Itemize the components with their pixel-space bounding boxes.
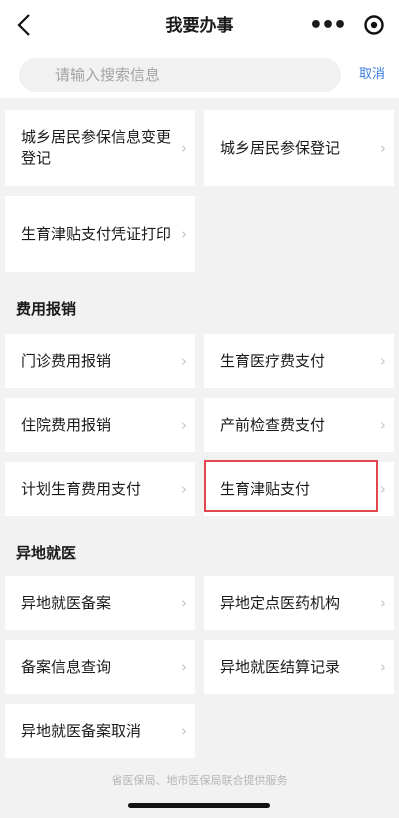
- service-item-label: 异地就医备案: [21, 593, 112, 612]
- service-item-label: 城乡居民参保登记: [220, 138, 341, 157]
- service-item-label: 备案信息查询: [21, 657, 112, 676]
- service-item-label: 生育医疗费支付: [220, 351, 326, 370]
- search-bar: 取消: [0, 52, 399, 98]
- service-item-label: 门诊费用报销: [21, 351, 112, 370]
- service-item[interactable]: 产前检查费支付 ›: [204, 398, 394, 452]
- service-item[interactable]: 住院费用报销 ›: [5, 398, 195, 452]
- chevron-right-icon: ›: [181, 658, 187, 676]
- more-options-icon[interactable]: •••: [309, 10, 347, 40]
- section-title: 费用报销: [16, 300, 77, 318]
- service-item[interactable]: 计划生育费用支付 ›: [5, 462, 195, 516]
- service-item[interactable]: 备案信息查询 ›: [5, 640, 195, 694]
- chevron-right-icon: ›: [181, 416, 187, 434]
- service-item-label: 计划生育费用支付: [21, 479, 142, 498]
- chevron-right-icon: ›: [181, 722, 187, 740]
- chevron-right-icon: ›: [181, 225, 187, 243]
- service-item-label: 产前检查费支付: [220, 415, 326, 434]
- search-field: [19, 58, 341, 92]
- home-indicator[interactable]: [128, 803, 270, 808]
- service-item-label: 住院费用报销: [21, 415, 112, 434]
- chevron-right-icon: ›: [181, 352, 187, 370]
- chevron-right-icon: ›: [181, 480, 187, 498]
- service-item-label: 生育津贴支付: [220, 479, 311, 498]
- mini-program-capsule: •••: [309, 10, 389, 40]
- service-item[interactable]: 生育医疗费支付 ›: [204, 334, 394, 388]
- service-item-highlighted[interactable]: 生育津贴支付 ›: [204, 462, 394, 516]
- service-item[interactable]: 异地就医结算记录 ›: [204, 640, 394, 694]
- chevron-right-icon: ›: [380, 594, 386, 612]
- chevron-right-icon: ›: [380, 416, 386, 434]
- service-item[interactable]: 生育津贴支付凭证打印 ›: [5, 196, 195, 272]
- service-item[interactable]: 城乡居民参保信息变更登记 ›: [5, 110, 195, 186]
- service-item[interactable]: 门诊费用报销 ›: [5, 334, 195, 388]
- chevron-right-icon: ›: [380, 658, 386, 676]
- service-item-label: 城乡居民参保信息变更登记: [21, 128, 172, 167]
- chevron-right-icon: ›: [181, 139, 187, 157]
- footer-text: 省医保局、地市医保局联合提供服务: [111, 774, 288, 787]
- service-item[interactable]: 异地就医备案取消 ›: [5, 704, 195, 758]
- cancel-button[interactable]: 取消: [359, 58, 385, 92]
- navigation-bar: 我要办事 •••: [0, 0, 399, 52]
- section-title: 异地就医: [16, 544, 77, 562]
- service-item-label: 异地就医备案取消: [21, 721, 142, 740]
- search-input[interactable]: [53, 65, 327, 85]
- service-item-label: 生育津贴支付凭证打印: [21, 224, 172, 243]
- chevron-right-icon: ›: [380, 352, 386, 370]
- chevron-right-icon: ›: [380, 139, 386, 157]
- service-item[interactable]: 异地就医备案 ›: [5, 576, 195, 630]
- close-miniprogram-icon[interactable]: [359, 10, 389, 40]
- service-item-label: 异地就医结算记录: [220, 657, 341, 676]
- service-item[interactable]: 异地定点医药机构 ›: [204, 576, 394, 630]
- service-item[interactable]: 城乡居民参保登记 ›: [204, 110, 394, 186]
- chevron-right-icon: ›: [181, 594, 187, 612]
- service-item-label: 异地定点医药机构: [220, 593, 341, 612]
- chevron-right-icon: ›: [380, 480, 386, 498]
